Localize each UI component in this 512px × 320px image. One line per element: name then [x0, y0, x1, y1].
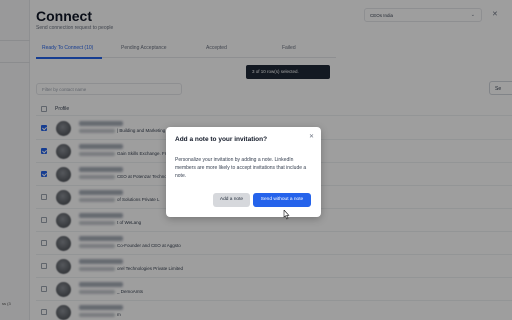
add-note-dialog: Add a note to your invitation? ✕ Persona…	[166, 127, 321, 217]
add-note-button[interactable]: Add a note	[213, 193, 250, 207]
dialog-body: Personalize your invitation by adding a …	[175, 157, 307, 179]
mouse-cursor-icon	[283, 210, 290, 220]
close-icon[interactable]: ✕	[309, 133, 314, 140]
dialog-title: Add a note to your invitation?	[175, 136, 268, 143]
send-without-note-button[interactable]: Send without a note	[253, 193, 311, 207]
